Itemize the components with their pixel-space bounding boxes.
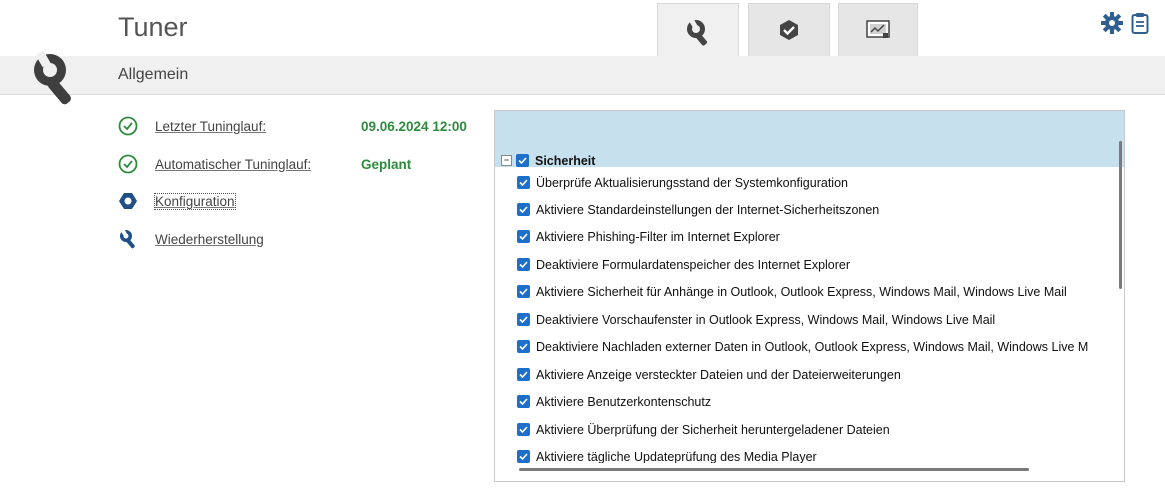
tree-item-label: Deaktiviere Formulardatenspeicher des In…: [536, 257, 851, 272]
tree-item[interactable]: Überprüfe Aktualisierungsstand der Syste…: [495, 169, 1117, 196]
tree-group-label: Sicherheit: [535, 153, 596, 168]
horizontal-scroll-track: [495, 463, 1124, 481]
wrench-icon: [687, 17, 707, 45]
tree-item[interactable]: Aktiviere Phishing-Filter im Internet Ex…: [495, 223, 1117, 250]
checkbox-checked-icon[interactable]: [517, 258, 530, 271]
tree-item[interactable]: Aktiviere Standardeinstellungen der Inte…: [495, 196, 1117, 223]
checkbox-checked-icon[interactable]: [517, 203, 530, 216]
checkbox-checked-icon[interactable]: [517, 176, 530, 189]
gear-icon[interactable]: [1101, 12, 1123, 34]
checkbox-checked-icon[interactable]: [517, 313, 530, 326]
tree-item-label: Aktiviere Überprüfung der Sicherheit her…: [536, 422, 890, 437]
tree-item[interactable]: Aktiviere Überprüfung der Sicherheit her…: [495, 416, 1117, 443]
tree-item-label: Aktiviere Anzeige versteckter Dateien un…: [536, 367, 901, 382]
tab-tuner[interactable]: [657, 3, 739, 59]
tree-item-label: Überprüfe Aktualisierungsstand der Syste…: [536, 175, 848, 190]
auto-tuning-label[interactable]: Automatischer Tuninglauf:: [155, 157, 311, 172]
tree-item[interactable]: Aktiviere Benutzerkontenschutz: [495, 388, 1117, 415]
screen-graph-icon: [866, 20, 890, 38]
last-tuning-value: 09.06.2024 12:00: [361, 119, 467, 134]
checkbox-checked-icon[interactable]: [517, 423, 530, 436]
auto-tuning-value: Geplant: [361, 157, 412, 172]
wrench-icon: [34, 50, 71, 105]
checkbox-checked-icon[interactable]: [516, 154, 529, 167]
last-tuning-label[interactable]: Letzter Tuninglauf:: [155, 119, 266, 134]
settings-tree[interactable]: − Sicherheit Überprüfe Aktualisierungsst…: [494, 110, 1125, 482]
tree-item-label: Deaktiviere Vorschaufenster in Outlook E…: [536, 312, 996, 327]
tree-item[interactable]: Aktiviere Anzeige versteckter Dateien un…: [495, 361, 1117, 388]
header-actions: [1101, 12, 1149, 34]
checkbox-checked-icon[interactable]: [517, 395, 530, 408]
tab-monitor[interactable]: [838, 3, 918, 56]
tree-item[interactable]: Aktiviere Sicherheit für Anhänge in Outl…: [495, 278, 1117, 305]
hexagon-icon: [118, 191, 138, 211]
shield-check-icon: [780, 20, 798, 40]
check-circle-icon: [118, 154, 138, 174]
collapse-icon[interactable]: −: [501, 155, 512, 166]
last-tuning-item: Letzter Tuninglauf:: [118, 116, 266, 136]
auto-tuning-item: Automatischer Tuninglauf:: [118, 154, 311, 174]
checkbox-checked-icon[interactable]: [517, 450, 530, 463]
tree-item-label: Aktiviere Benutzerkontenschutz: [536, 394, 712, 409]
section-header: Allgemein: [0, 56, 1165, 95]
tree-item-label: Deaktiviere Nachladen externer Daten in …: [536, 339, 1089, 354]
restore-item[interactable]: Wiederherstellung: [118, 229, 264, 249]
tree-item-label: Aktiviere Phishing-Filter im Internet Ex…: [536, 229, 780, 244]
tree-item[interactable]: Deaktiviere Nachladen externer Daten in …: [495, 333, 1117, 360]
checkbox-checked-icon[interactable]: [517, 285, 530, 298]
restore-label[interactable]: Wiederherstellung: [155, 232, 264, 247]
clipboard-icon[interactable]: [1131, 12, 1149, 34]
tree-item[interactable]: Deaktiviere Vorschaufenster in Outlook E…: [495, 306, 1117, 333]
configuration-item[interactable]: Konfiguration: [118, 191, 236, 211]
configuration-label[interactable]: Konfiguration: [154, 192, 236, 210]
checkbox-checked-icon[interactable]: [517, 368, 530, 381]
check-circle-icon: [118, 116, 138, 136]
tree-item-label: Aktiviere tägliche Updateprüfung des Med…: [536, 449, 817, 464]
page-title: Tuner: [118, 12, 188, 42]
checkbox-checked-icon[interactable]: [517, 230, 530, 243]
wrench-icon: [118, 229, 138, 249]
tree-item-label: Aktiviere Standardeinstellungen der Inte…: [536, 202, 880, 217]
vertical-scrollbar[interactable]: [1119, 141, 1122, 289]
tree-item[interactable]: Deaktiviere Formulardatenspeicher des In…: [495, 251, 1117, 278]
horizontal-scrollbar[interactable]: [519, 468, 1029, 471]
tree-item-label: Aktiviere Sicherheit für Anhänge in Outl…: [536, 284, 1067, 299]
checkbox-checked-icon[interactable]: [517, 340, 530, 353]
section-title: Allgemein: [118, 66, 189, 83]
tab-security[interactable]: [748, 3, 830, 56]
